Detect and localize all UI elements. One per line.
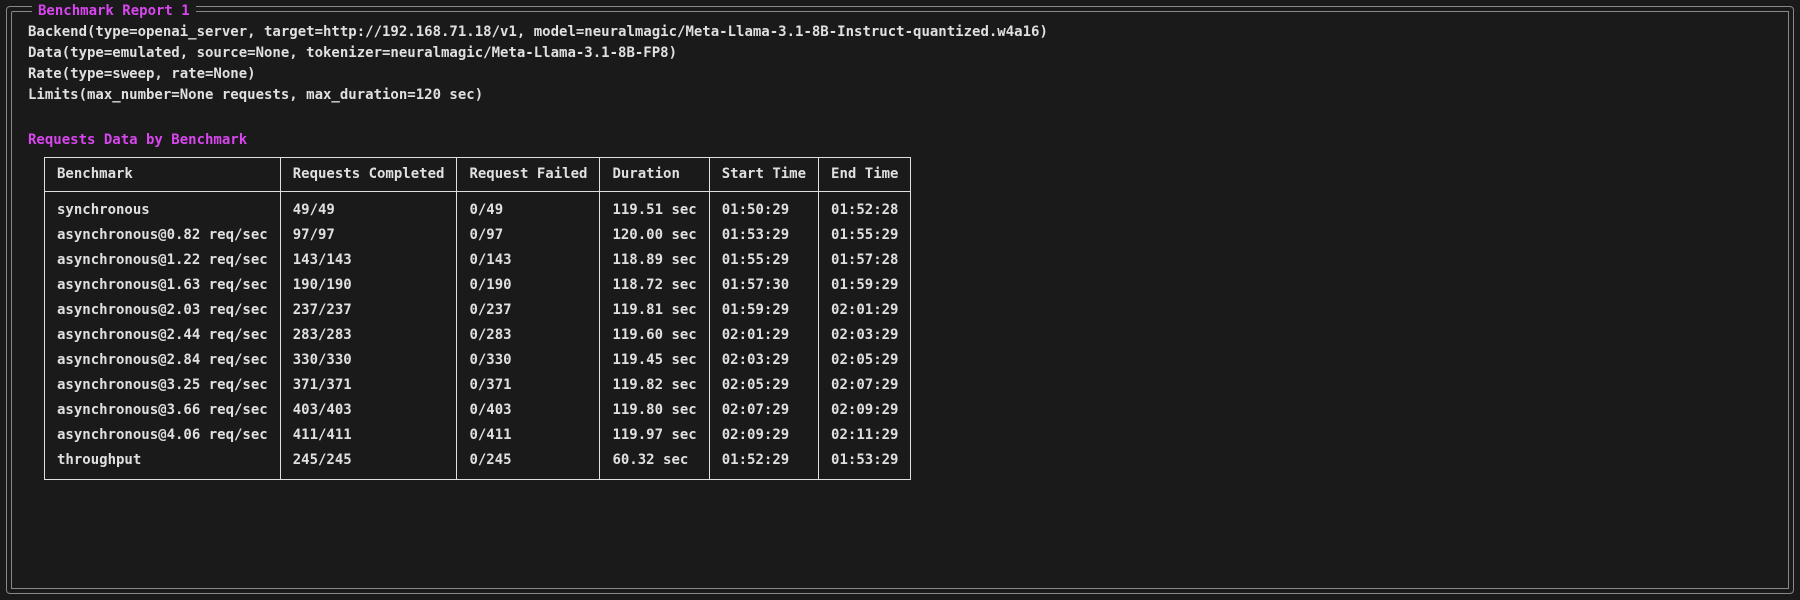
cell-duration: 119.51 sec (600, 192, 709, 224)
cell-request-failed: 0/245 (457, 448, 600, 480)
config-line-data: Data(type=emulated, source=None, tokeniz… (28, 43, 1772, 64)
cell-requests-completed: 143/143 (280, 248, 457, 273)
col-benchmark: Benchmark (45, 158, 281, 192)
cell-benchmark: asynchronous@1.22 req/sec (45, 248, 281, 273)
cell-start-time: 02:01:29 (709, 323, 818, 348)
table-row: asynchronous@1.22 req/sec143/1430/143118… (45, 248, 911, 273)
table-row: asynchronous@2.03 req/sec237/2370/237119… (45, 298, 911, 323)
cell-start-time: 01:59:29 (709, 298, 818, 323)
cell-duration: 119.97 sec (600, 423, 709, 448)
cell-start-time: 01:52:29 (709, 448, 818, 480)
cell-benchmark: asynchronous@3.25 req/sec (45, 373, 281, 398)
cell-duration: 119.82 sec (600, 373, 709, 398)
cell-request-failed: 0/411 (457, 423, 600, 448)
cell-duration: 119.80 sec (600, 398, 709, 423)
cell-requests-completed: 97/97 (280, 223, 457, 248)
cell-benchmark: asynchronous@2.03 req/sec (45, 298, 281, 323)
panel-title: Benchmark Report 1 (32, 1, 196, 22)
cell-benchmark: asynchronous@4.06 req/sec (45, 423, 281, 448)
cell-start-time: 01:57:30 (709, 273, 818, 298)
config-line-rate: Rate(type=sweep, rate=None) (28, 64, 1772, 85)
col-duration: Duration (600, 158, 709, 192)
cell-start-time: 01:50:29 (709, 192, 818, 224)
cell-requests-completed: 330/330 (280, 348, 457, 373)
col-start-time: Start Time (709, 158, 818, 192)
cell-benchmark: asynchronous@0.82 req/sec (45, 223, 281, 248)
cell-request-failed: 0/403 (457, 398, 600, 423)
table-row: throughput245/2450/24560.32 sec01:52:290… (45, 448, 911, 480)
cell-end-time: 02:01:29 (819, 298, 911, 323)
cell-requests-completed: 283/283 (280, 323, 457, 348)
col-request-failed: Request Failed (457, 158, 600, 192)
table-row: asynchronous@2.44 req/sec283/2830/283119… (45, 323, 911, 348)
table-row: asynchronous@3.25 req/sec371/3710/371119… (45, 373, 911, 398)
cell-benchmark: throughput (45, 448, 281, 480)
table-header-row: Benchmark Requests Completed Request Fai… (45, 158, 911, 192)
cell-duration: 119.45 sec (600, 348, 709, 373)
cell-duration: 119.81 sec (600, 298, 709, 323)
cell-duration: 60.32 sec (600, 448, 709, 480)
cell-benchmark: asynchronous@2.84 req/sec (45, 348, 281, 373)
benchmark-table: Benchmark Requests Completed Request Fai… (44, 157, 911, 480)
table-wrapper: Benchmark Requests Completed Request Fai… (44, 157, 1772, 480)
cell-requests-completed: 411/411 (280, 423, 457, 448)
cell-request-failed: 0/143 (457, 248, 600, 273)
config-line-limits: Limits(max_number=None requests, max_dur… (28, 85, 1772, 106)
cell-end-time: 01:55:29 (819, 223, 911, 248)
cell-start-time: 02:09:29 (709, 423, 818, 448)
cell-start-time: 01:53:29 (709, 223, 818, 248)
cell-duration: 118.72 sec (600, 273, 709, 298)
cell-requests-completed: 237/237 (280, 298, 457, 323)
cell-end-time: 02:03:29 (819, 323, 911, 348)
cell-request-failed: 0/330 (457, 348, 600, 373)
cell-duration: 120.00 sec (600, 223, 709, 248)
table-row: asynchronous@0.82 req/sec97/970/97120.00… (45, 223, 911, 248)
cell-start-time: 02:05:29 (709, 373, 818, 398)
cell-benchmark: asynchronous@1.63 req/sec (45, 273, 281, 298)
cell-request-failed: 0/97 (457, 223, 600, 248)
cell-end-time: 01:59:29 (819, 273, 911, 298)
cell-requests-completed: 190/190 (280, 273, 457, 298)
config-block: Backend(type=openai_server, target=http:… (28, 22, 1772, 106)
cell-end-time: 01:52:28 (819, 192, 911, 224)
section-title: Requests Data by Benchmark (28, 130, 1772, 151)
config-line-backend: Backend(type=openai_server, target=http:… (28, 22, 1772, 43)
cell-end-time: 02:11:29 (819, 423, 911, 448)
cell-end-time: 02:07:29 (819, 373, 911, 398)
cell-end-time: 02:05:29 (819, 348, 911, 373)
cell-end-time: 02:09:29 (819, 398, 911, 423)
table-row: asynchronous@4.06 req/sec411/4110/411119… (45, 423, 911, 448)
terminal-outer-border: Benchmark Report 1 Backend(type=openai_s… (6, 6, 1794, 594)
cell-request-failed: 0/49 (457, 192, 600, 224)
cell-duration: 119.60 sec (600, 323, 709, 348)
cell-requests-completed: 49/49 (280, 192, 457, 224)
col-requests-completed: Requests Completed (280, 158, 457, 192)
table-row: asynchronous@1.63 req/sec190/1900/190118… (45, 273, 911, 298)
table-row: asynchronous@2.84 req/sec330/3300/330119… (45, 348, 911, 373)
cell-requests-completed: 403/403 (280, 398, 457, 423)
cell-start-time: 01:55:29 (709, 248, 818, 273)
benchmark-report-panel: Benchmark Report 1 Backend(type=openai_s… (11, 11, 1789, 589)
cell-start-time: 02:07:29 (709, 398, 818, 423)
cell-end-time: 01:57:28 (819, 248, 911, 273)
cell-end-time: 01:53:29 (819, 448, 911, 480)
table-row: asynchronous@3.66 req/sec403/4030/403119… (45, 398, 911, 423)
cell-benchmark: asynchronous@2.44 req/sec (45, 323, 281, 348)
col-end-time: End Time (819, 158, 911, 192)
cell-duration: 118.89 sec (600, 248, 709, 273)
cell-request-failed: 0/371 (457, 373, 600, 398)
table-row: synchronous49/490/49119.51 sec01:50:2901… (45, 192, 911, 224)
cell-request-failed: 0/190 (457, 273, 600, 298)
cell-request-failed: 0/237 (457, 298, 600, 323)
cell-request-failed: 0/283 (457, 323, 600, 348)
cell-start-time: 02:03:29 (709, 348, 818, 373)
cell-requests-completed: 245/245 (280, 448, 457, 480)
cell-benchmark: asynchronous@3.66 req/sec (45, 398, 281, 423)
cell-requests-completed: 371/371 (280, 373, 457, 398)
cell-benchmark: synchronous (45, 192, 281, 224)
